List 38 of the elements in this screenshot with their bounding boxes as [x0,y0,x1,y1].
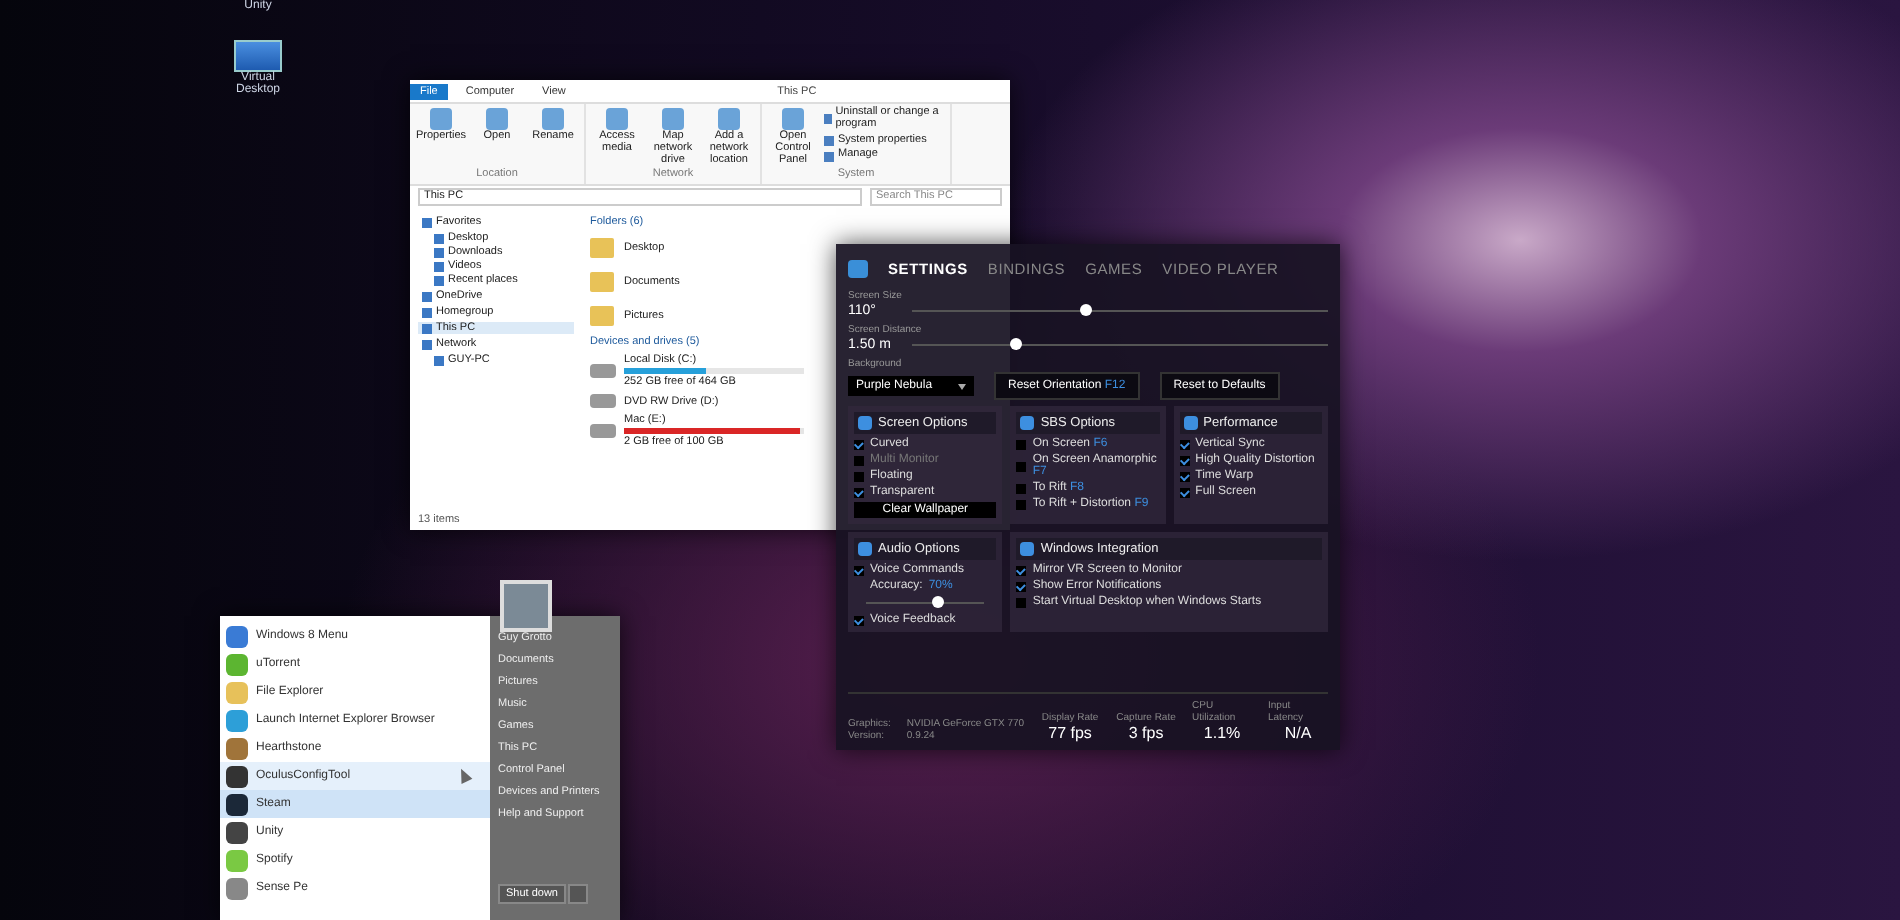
checkbox[interactable] [1016,499,1027,509]
checkbox[interactable] [1016,439,1027,449]
stat-value: 1.1% [1203,724,1241,742]
app-icon [226,709,248,731]
checkbox[interactable] [1179,455,1190,465]
slider-thumb[interactable] [1010,338,1022,350]
checkbox[interactable] [1016,597,1027,607]
checkbox[interactable] [854,439,864,449]
checkbox[interactable] [854,565,864,575]
app-icon [226,821,248,843]
drive-icon [590,364,616,378]
app-icon [226,877,248,899]
checkbox[interactable] [1016,581,1027,591]
app-icon [226,849,248,871]
checkbox[interactable] [1016,565,1027,575]
app-icon [226,625,248,647]
stat-value: 77 fps [1048,724,1092,742]
app-logo-icon [848,259,868,277]
checkbox[interactable] [854,487,864,497]
stat-value: 3 fps [1128,724,1164,742]
checkbox[interactable] [854,615,864,625]
app-icon [226,681,248,703]
app-icon [226,653,248,675]
stat-value: N/A [1284,724,1312,742]
checkbox[interactable] [1179,471,1190,481]
checkbox[interactable] [1016,483,1027,493]
user-avatar [500,580,552,632]
app-icon [226,765,248,787]
slider-thumb[interactable] [931,596,944,608]
slider-thumb[interactable] [1080,304,1093,316]
checkbox[interactable] [1016,461,1027,471]
drive-icon [590,424,616,438]
checkbox[interactable] [1179,439,1190,449]
app-icon [226,793,248,815]
drive-icon [590,394,616,408]
checkbox[interactable] [1179,487,1190,497]
app-icon [226,737,248,759]
checkbox[interactable] [854,471,864,481]
